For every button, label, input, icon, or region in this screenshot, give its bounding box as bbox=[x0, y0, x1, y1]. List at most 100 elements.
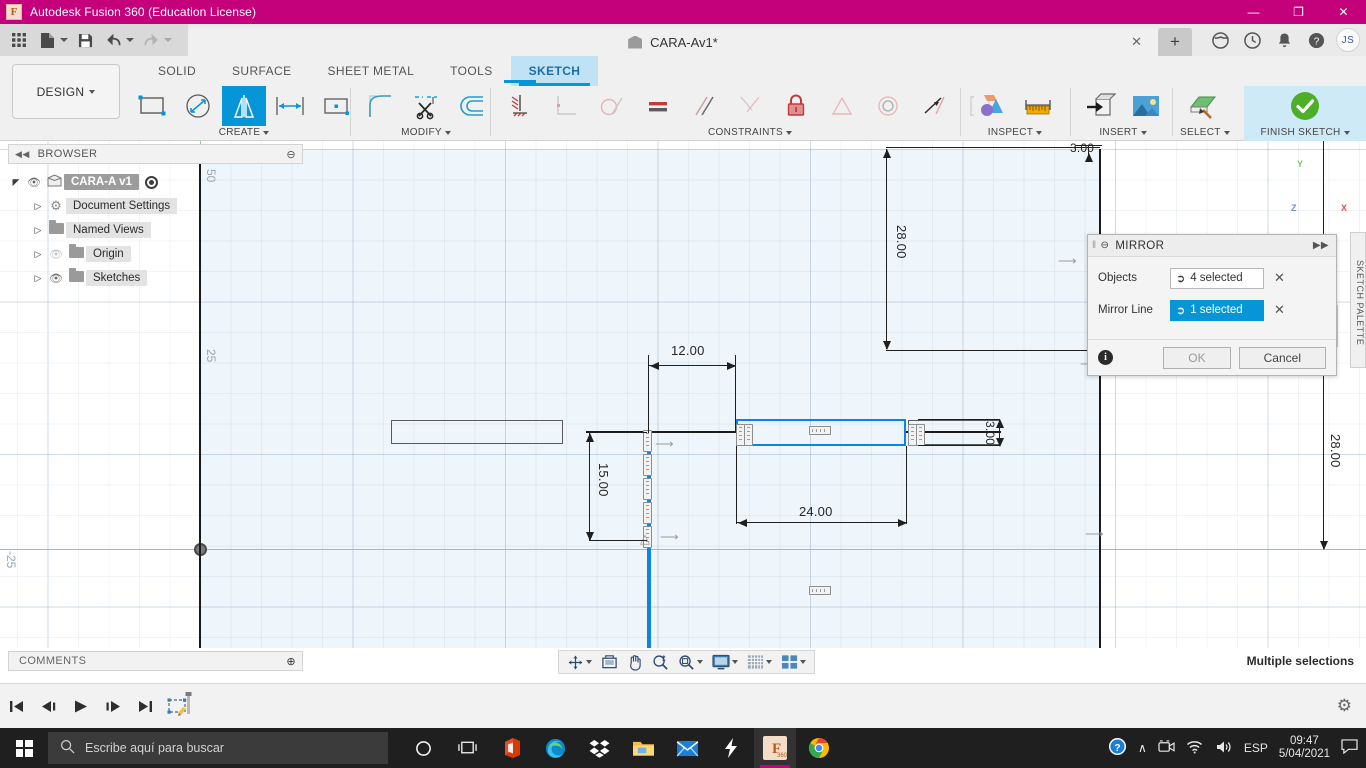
lock-constraint-icon[interactable] bbox=[774, 86, 818, 126]
tangent-constraint-icon[interactable] bbox=[590, 86, 634, 126]
concentric-constraint-icon[interactable] bbox=[866, 86, 910, 126]
pan-icon[interactable] bbox=[624, 652, 646, 672]
dim-12-text[interactable]: 12.00 bbox=[671, 343, 705, 358]
viewports-caret-icon[interactable] bbox=[800, 660, 806, 664]
add-document-tab-button[interactable]: + bbox=[1158, 28, 1192, 56]
tray-volume-icon[interactable] bbox=[1215, 739, 1233, 758]
select-tool-icon[interactable] bbox=[1180, 86, 1224, 126]
symmetry-constraint-icon[interactable] bbox=[820, 86, 864, 126]
mirror-dialog[interactable]: ‖ ⊖ MIRROR ▶▶ Objects ➲ 4 selected ✕ Mir… bbox=[1087, 234, 1337, 376]
sketch-canvas[interactable]: 50 25 -25 ⟶ ⟶ ⟶ ⟶ △ bbox=[0, 141, 1366, 648]
app-grid-icon[interactable] bbox=[6, 27, 32, 53]
cancel-button[interactable]: Cancel bbox=[1238, 346, 1326, 369]
undo-icon[interactable] bbox=[100, 27, 126, 53]
new-file-icon[interactable] bbox=[34, 27, 60, 53]
comments-panel[interactable]: COMMENTS ⊕ bbox=[8, 651, 303, 671]
lightshot-icon[interactable] bbox=[710, 728, 752, 768]
info-icon[interactable]: i bbox=[1098, 350, 1113, 365]
constraint-badge-vert-8[interactable] bbox=[643, 502, 652, 524]
ribbon-group-finish-sketch[interactable]: FINISH SKETCH bbox=[1244, 86, 1366, 141]
viewports-icon[interactable] bbox=[778, 652, 809, 672]
insert-derive-icon[interactable] bbox=[1078, 86, 1122, 126]
dim-12-line[interactable] bbox=[648, 365, 736, 367]
mirrored-preview-rectangle[interactable] bbox=[391, 420, 563, 444]
timeline-next-icon[interactable] bbox=[102, 695, 124, 717]
finish-sketch-icon[interactable] bbox=[1283, 86, 1327, 126]
tab-sheet-metal[interactable]: SHEET METAL bbox=[310, 56, 433, 86]
browser-minimize-icon[interactable]: ⊖ bbox=[286, 148, 296, 161]
display-settings-caret-icon[interactable] bbox=[732, 660, 738, 664]
modify-group-caret-icon[interactable] bbox=[444, 130, 451, 135]
mirror-objects-selection-button[interactable]: ➲ 4 selected bbox=[1170, 267, 1264, 289]
grid-snaps-icon[interactable] bbox=[744, 652, 775, 672]
offset-tool-icon[interactable] bbox=[450, 86, 494, 126]
timeline-sketch-feature[interactable] bbox=[166, 692, 194, 720]
dim-28-right-text[interactable]: 28.00 bbox=[1328, 434, 1343, 468]
job-status-icon[interactable] bbox=[1240, 28, 1264, 52]
mirror-line-selection-button[interactable]: ➲ 1 selected bbox=[1170, 299, 1264, 321]
minimize-button[interactable]: — bbox=[1231, 0, 1276, 24]
save-icon[interactable] bbox=[72, 27, 98, 53]
sketch-palette-tab[interactable]: SKETCH PALETTE bbox=[1350, 232, 1366, 368]
midpoint-constraint-icon[interactable] bbox=[912, 86, 956, 126]
tray-language[interactable]: ESP bbox=[1244, 741, 1268, 755]
select-group-caret-icon[interactable] bbox=[1223, 130, 1230, 135]
equal-constraint-icon[interactable] bbox=[636, 86, 680, 126]
profile-left-lower-edge[interactable] bbox=[199, 549, 201, 648]
browser-collapse-icon[interactable]: ◀◀ bbox=[15, 149, 30, 160]
notifications-icon[interactable] bbox=[1272, 28, 1296, 52]
point-tool-icon[interactable] bbox=[314, 86, 358, 126]
timeline-prev-icon[interactable] bbox=[38, 695, 60, 717]
action-center-icon[interactable] bbox=[1341, 739, 1358, 757]
taskbar-search-box[interactable]: Escribe aquí para buscar bbox=[48, 732, 388, 764]
cortana-icon[interactable] bbox=[402, 728, 444, 768]
dim-15-line[interactable] bbox=[589, 433, 591, 541]
profile-left-edge[interactable] bbox=[199, 161, 201, 549]
document-tab[interactable]: CARA-Av1* ✕ bbox=[188, 28, 1158, 56]
zoom-icon[interactable] bbox=[649, 652, 672, 672]
create-group-caret-icon[interactable] bbox=[263, 130, 270, 135]
tray-help-icon[interactable]: ? bbox=[1108, 737, 1127, 759]
dim-24-text[interactable]: 24.00 bbox=[799, 504, 833, 519]
mirror-tool-icon[interactable] bbox=[222, 86, 266, 126]
dim-28-left-text[interactable]: 28.00 bbox=[894, 225, 909, 259]
finish-sketch-caret-icon[interactable] bbox=[1343, 130, 1350, 135]
constraint-badge-vert-7[interactable] bbox=[643, 478, 652, 500]
collinear-constraint-icon[interactable] bbox=[728, 86, 772, 126]
fusion360-icon[interactable]: F 360 bbox=[754, 728, 796, 768]
fit-icon[interactable] bbox=[675, 652, 706, 672]
expand-arrow-icon[interactable]: ▷ bbox=[30, 249, 46, 260]
redo-caret-icon[interactable] bbox=[164, 38, 172, 42]
tray-expand-chevron-icon[interactable]: ∧ bbox=[1138, 741, 1147, 755]
timeline-play-icon[interactable] bbox=[70, 695, 92, 717]
constraint-glyph-6[interactable]: ⟶ bbox=[660, 529, 679, 545]
insert-canvas-icon[interactable] bbox=[1124, 86, 1168, 126]
dialog-collapse-icon[interactable]: ⊖ bbox=[1101, 240, 1110, 251]
constraint-badge-vert-6[interactable] bbox=[643, 454, 652, 476]
orbit-caret-icon[interactable] bbox=[586, 660, 592, 664]
constraint-glyph-8[interactable]: ⟶ bbox=[1058, 253, 1077, 269]
data-panel-icon[interactable] bbox=[1208, 28, 1232, 52]
tab-solid[interactable]: SOLID bbox=[140, 56, 214, 86]
undo-caret-icon[interactable] bbox=[126, 38, 134, 42]
look-at-icon[interactable] bbox=[598, 652, 621, 672]
timeline-first-icon[interactable] bbox=[6, 695, 28, 717]
measure-tool-icon[interactable] bbox=[1016, 86, 1060, 126]
browser-item-sketches[interactable]: ▷ 👁 Sketches bbox=[8, 266, 198, 290]
measure-section-icon[interactable] bbox=[970, 86, 1014, 126]
expand-arrow-icon[interactable]: ◤ bbox=[8, 177, 24, 188]
constraint-badge-vert-5[interactable] bbox=[643, 430, 652, 452]
parallel-constraint-icon[interactable] bbox=[682, 86, 726, 126]
visibility-eye-icon[interactable]: 👁 bbox=[24, 176, 44, 189]
dim-3-right-text[interactable]: 3.00 bbox=[983, 421, 997, 445]
tab-tools[interactable]: TOOLS bbox=[432, 56, 510, 86]
fit-caret-icon[interactable] bbox=[697, 660, 703, 664]
constraint-badge-equal-2[interactable] bbox=[809, 586, 831, 595]
tray-camera-icon[interactable] bbox=[1158, 739, 1175, 757]
dialog-forward-icon[interactable]: ▶▶ bbox=[1313, 240, 1329, 251]
visibility-off-eye-icon[interactable]: 👁 bbox=[46, 248, 66, 261]
tray-clock[interactable]: 09:47 5/04/2021 bbox=[1279, 735, 1330, 761]
ok-button[interactable]: OK bbox=[1163, 346, 1231, 369]
constraint-badge-equal-1[interactable] bbox=[809, 426, 831, 435]
dim-28-left-line[interactable] bbox=[886, 149, 888, 349]
